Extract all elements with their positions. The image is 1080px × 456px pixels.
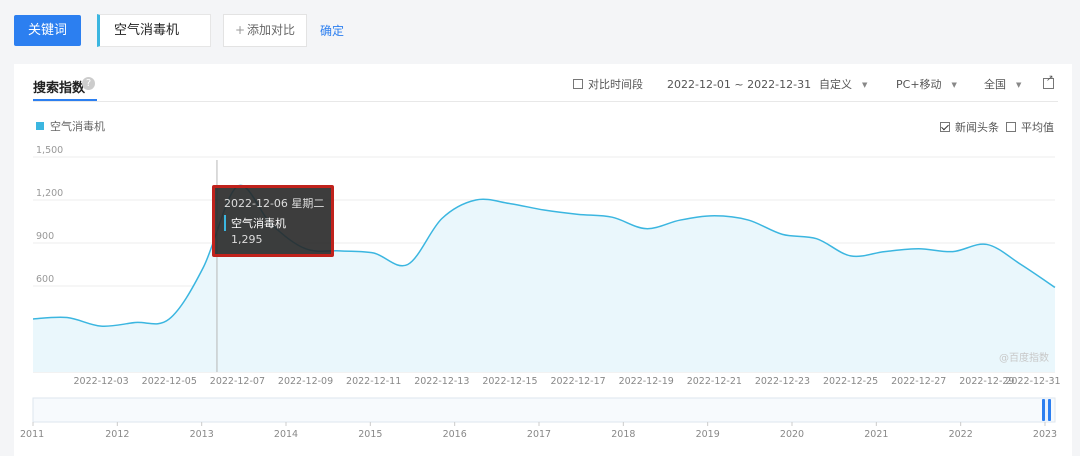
x-tick-label: 2022-12-31 — [1005, 376, 1060, 387]
x-tick-label: 2022-12-13 — [414, 376, 469, 387]
year-label: 2013 — [190, 429, 214, 440]
x-tick-label: 2022-12-21 — [687, 376, 742, 387]
data-point — [1053, 285, 1057, 289]
data-point — [678, 218, 682, 222]
x-tick-label: 2022-12-11 — [346, 376, 401, 387]
data-point — [712, 214, 716, 218]
data-point — [338, 249, 342, 253]
tooltip-series: 空气消毒机 — [224, 215, 331, 231]
data-point — [201, 265, 205, 269]
x-tick-label: 2022-12-27 — [891, 376, 946, 387]
data-point — [440, 217, 444, 221]
data-point — [576, 212, 580, 216]
data-point — [849, 254, 853, 258]
brush-handle-right — [1048, 399, 1051, 421]
year-label: 2022 — [949, 429, 973, 440]
data-point — [167, 317, 171, 321]
year-label: 2014 — [274, 429, 298, 440]
y-tick-label: 900 — [36, 231, 54, 242]
data-point — [542, 208, 546, 212]
data-point — [644, 227, 648, 231]
data-point — [508, 202, 512, 206]
data-point — [65, 316, 69, 320]
brush-track — [32, 397, 1056, 423]
data-point — [133, 321, 137, 325]
y-tick-label: 1,200 — [36, 188, 63, 199]
y-tick-label: 600 — [36, 274, 54, 285]
year-label: 2023 — [1033, 429, 1057, 440]
x-tick-label: 2022-12-09 — [278, 376, 333, 387]
series-area — [33, 185, 1055, 372]
year-label: 2011 — [20, 429, 44, 440]
data-point — [31, 317, 35, 321]
x-tick-label: 2022-12-15 — [482, 376, 537, 387]
data-point — [372, 251, 376, 255]
year-label: 2021 — [864, 429, 888, 440]
brush-handle-left — [1042, 399, 1045, 421]
data-point — [746, 218, 750, 222]
year-label: 2020 — [780, 429, 804, 440]
data-point — [1019, 263, 1023, 267]
data-point — [815, 237, 819, 241]
data-point — [474, 198, 478, 202]
year-label: 2012 — [105, 429, 129, 440]
search-index-chart[interactable]: 3006009001,2001,5002022-12-032022-12-052… — [0, 0, 1080, 456]
data-point — [985, 242, 989, 246]
y-tick-label: 1,500 — [36, 145, 63, 156]
x-tick-label: 2022-12-25 — [823, 376, 878, 387]
x-tick-label: 2022-12-05 — [142, 376, 197, 387]
chart-tooltip: 2022-12-06 星期二 空气消毒机 1,295 — [212, 185, 334, 257]
x-tick-label: 2022-12-17 — [550, 376, 605, 387]
x-tick-label: 2022-12-23 — [755, 376, 810, 387]
year-label: 2015 — [358, 429, 382, 440]
data-point — [951, 250, 955, 254]
data-point — [99, 324, 103, 328]
tooltip-value: 1,295 — [231, 233, 263, 246]
watermark: @百度指数 — [999, 351, 1049, 364]
x-tick-label: 2022-12-19 — [619, 376, 674, 387]
data-point — [780, 232, 784, 236]
data-point — [917, 247, 921, 251]
data-point — [406, 263, 410, 267]
tooltip-date: 2022-12-06 星期二 — [224, 197, 325, 210]
year-label: 2017 — [527, 429, 551, 440]
year-label: 2019 — [696, 429, 720, 440]
data-point — [610, 215, 614, 219]
year-label: 2018 — [611, 429, 635, 440]
x-tick-label: 2022-12-07 — [210, 376, 265, 387]
data-point — [883, 250, 887, 254]
x-tick-label: 2022-12-03 — [74, 376, 129, 387]
year-label: 2016 — [443, 429, 467, 440]
